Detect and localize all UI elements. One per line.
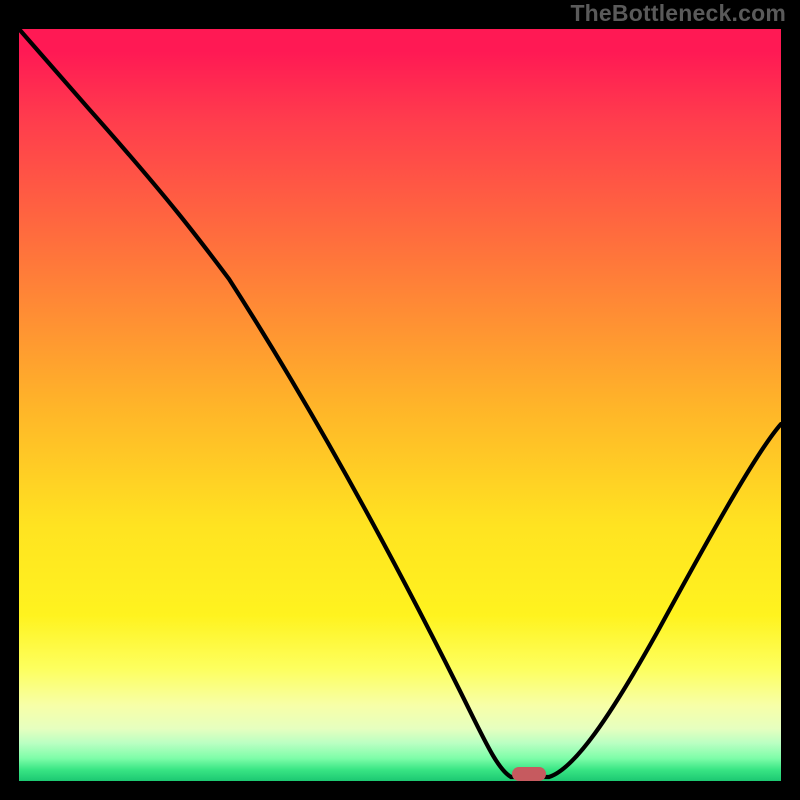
bottleneck-curve	[19, 29, 781, 781]
chart-frame	[14, 24, 786, 786]
curve-path	[19, 29, 781, 777]
optimal-point-marker	[512, 767, 546, 781]
watermark-text: TheBottleneck.com	[570, 0, 786, 27]
